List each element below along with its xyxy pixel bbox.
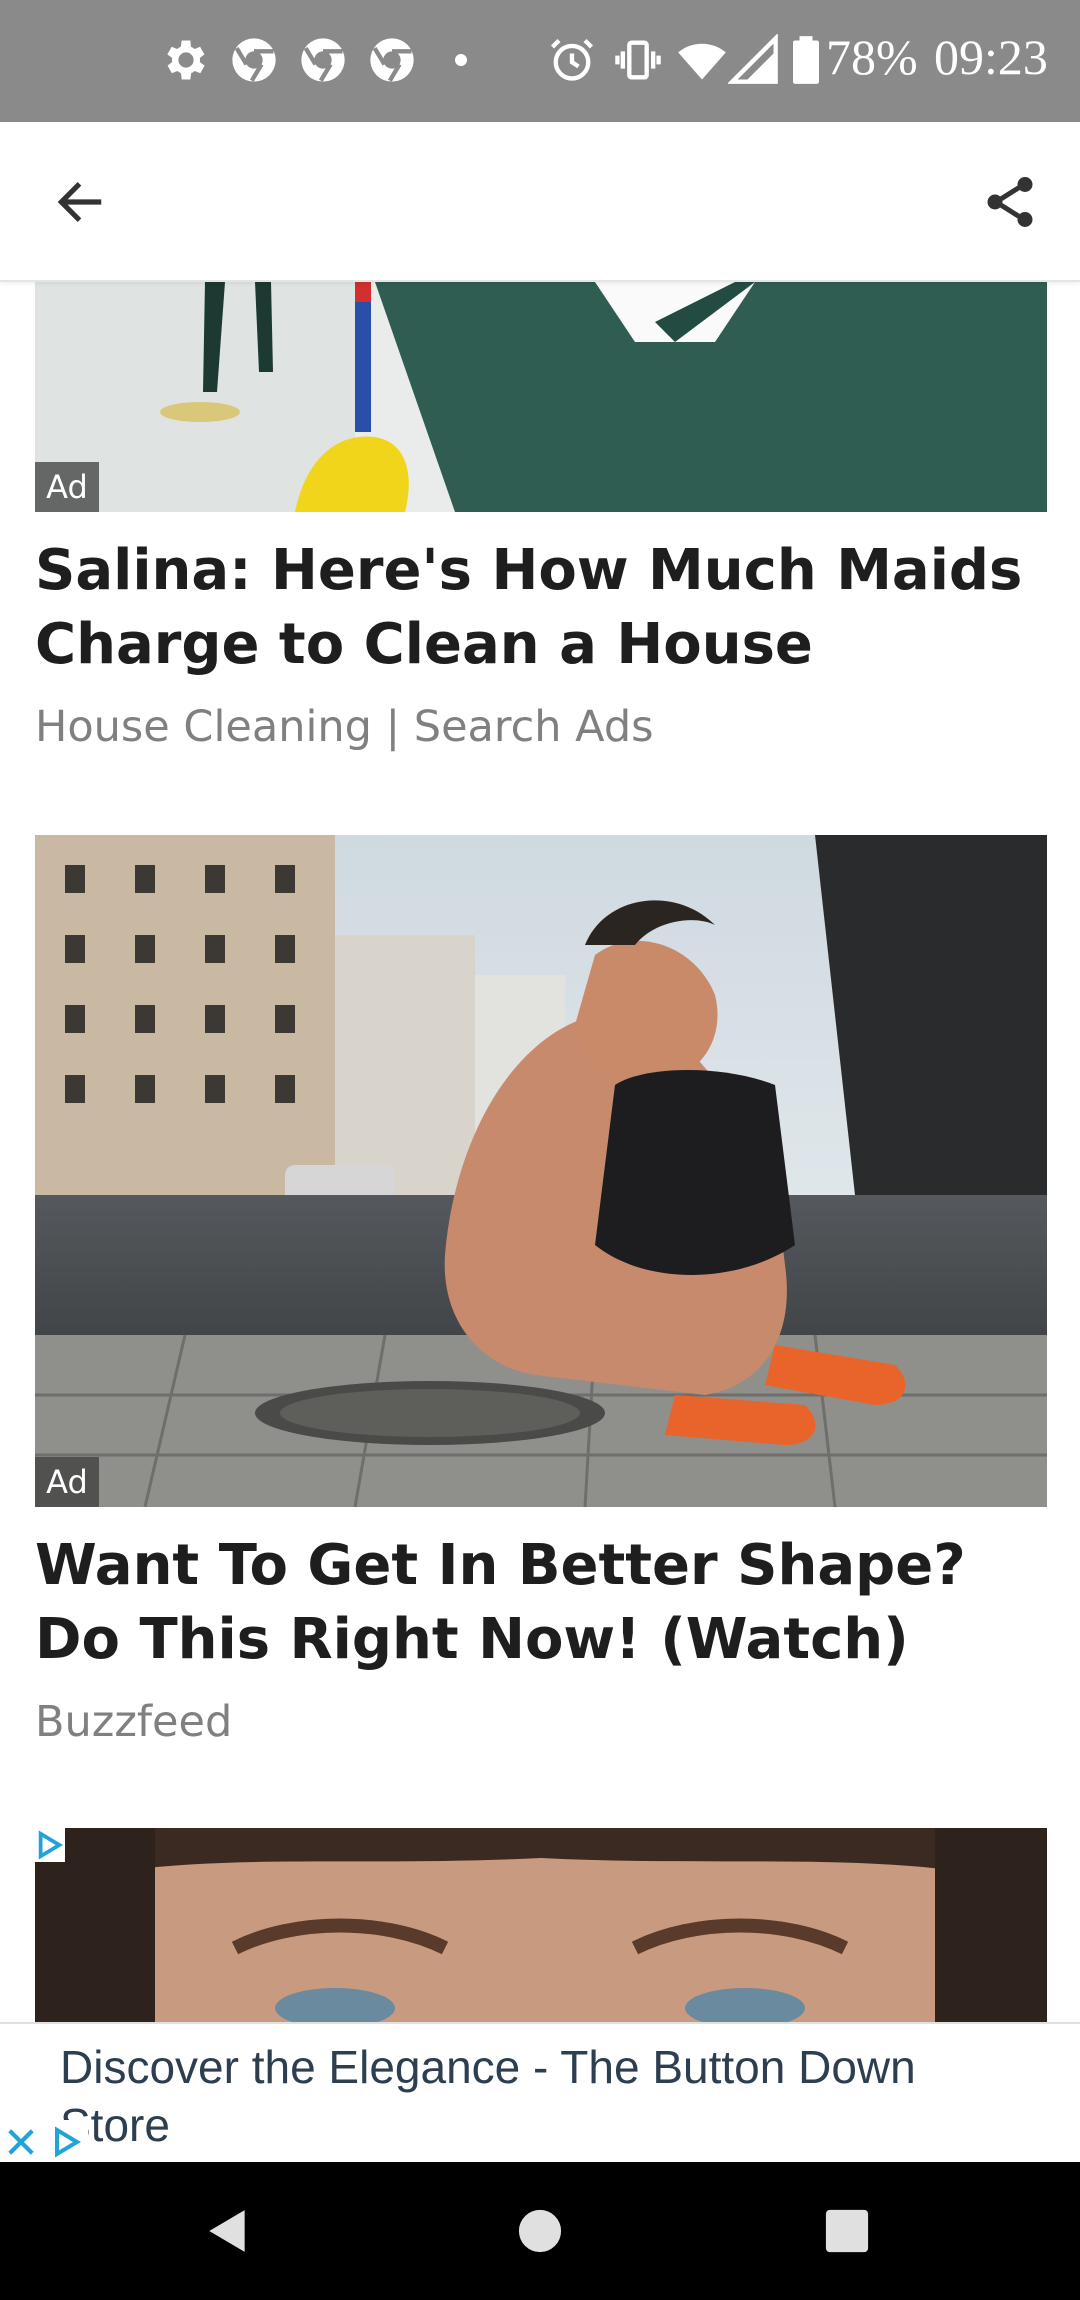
alarm-icon (550, 38, 594, 81)
banner-adchoices-button[interactable] (46, 2120, 88, 2164)
adchoices-icon (55, 2126, 81, 2158)
ad-card-cleaning[interactable]: Ad Salina: Here's How Much Maids Charge … (35, 282, 1047, 762)
app-bar (0, 122, 1080, 282)
ad-headline[interactable]: Salina: Here's How Much Maids Charge to … (35, 534, 1047, 682)
bottom-banner-ad[interactable]: Discover the Elegance - The Button Down … (0, 2022, 1080, 2164)
ad-badge: Ad (35, 1457, 99, 1507)
share-icon (987, 177, 1033, 227)
ad-source: House Cleaning | Search Ads (35, 702, 654, 752)
chrome-icon (370, 38, 414, 82)
banner-close-button[interactable] (0, 2120, 42, 2164)
face-closeup-photo[interactable] (35, 1828, 1047, 2022)
runner-tying-shoe-photo[interactable] (35, 835, 1047, 1507)
back-triangle-icon (209, 2210, 245, 2252)
home-circle-icon (518, 2209, 562, 2253)
signal-icon (728, 34, 778, 84)
recents-square-icon (825, 2209, 869, 2253)
settings-icon (167, 40, 205, 80)
nav-recents-button[interactable] (812, 2196, 882, 2266)
adchoices-icon (38, 1830, 64, 1860)
back-arrow-icon (57, 182, 102, 222)
back-button[interactable] (40, 162, 120, 242)
battery-icon (793, 36, 819, 84)
chrome-icon (301, 38, 345, 82)
content-feed[interactable]: Ad Salina: Here's How Much Maids Charge … (0, 282, 1080, 2022)
nav-back-button[interactable] (193, 2196, 263, 2266)
ad-source: Buzzfeed (35, 1697, 233, 1747)
system-navigation-bar (0, 2162, 1080, 2300)
ad-headline[interactable]: Want To Get In Better Shape? Do This Rig… (35, 1529, 1047, 1677)
ad-card-fitness[interactable]: Ad Want To Get In Better Shape? Do This … (35, 835, 1047, 1747)
share-button[interactable] (970, 162, 1050, 242)
banner-ad-text[interactable]: Discover the Elegance - The Button Down … (60, 2038, 1020, 2154)
vibrate-icon (615, 40, 661, 80)
battery-percentage: 78% (826, 29, 918, 85)
wifi-icon (678, 43, 726, 80)
ad-card-face[interactable] (35, 1828, 1047, 2022)
status-bar: 78% 09:23 (0, 0, 1080, 122)
adchoices-badge[interactable] (35, 1828, 65, 1862)
cleaning-photo[interactable] (35, 282, 1047, 512)
close-icon (8, 2129, 34, 2155)
chrome-icon (232, 38, 276, 82)
ad-badge: Ad (35, 462, 99, 512)
notification-dot-icon (455, 54, 467, 66)
nav-home-button[interactable] (505, 2196, 575, 2266)
clock-time: 09:23 (934, 29, 1048, 85)
